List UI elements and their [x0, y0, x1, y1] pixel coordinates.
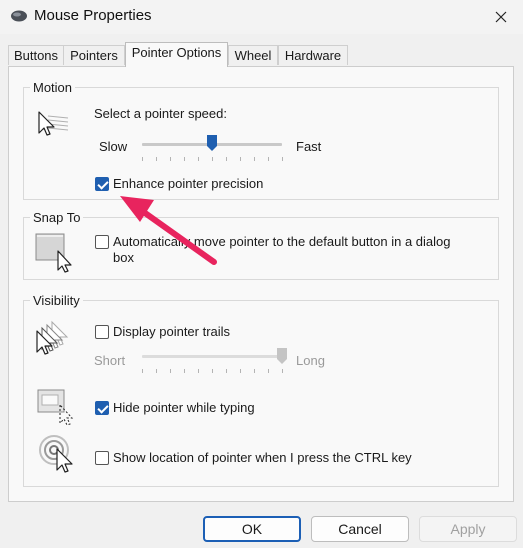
close-icon: [495, 11, 507, 23]
trail-long-label: Long: [296, 353, 325, 368]
title-bar: Mouse Properties: [0, 0, 523, 34]
slider-tick: [226, 157, 227, 161]
enhance-precision-checkbox[interactable]: [95, 177, 109, 191]
slider-tick: [226, 369, 227, 373]
motion-group-label: Motion: [30, 80, 76, 95]
slider-tick: [198, 369, 199, 373]
speed-slider-thumb[interactable]: [206, 134, 218, 152]
tab-pointer-options[interactable]: Pointer Options: [125, 42, 228, 67]
slider-tick: [156, 157, 157, 161]
slider-tick: [240, 369, 241, 373]
tab-pointers[interactable]: Pointers: [63, 45, 125, 65]
show-location-checkbox[interactable]: [95, 451, 109, 465]
hide-pointer-icon: [37, 389, 74, 426]
pointer-trails-checkbox[interactable]: [95, 325, 109, 339]
slider-tick: [282, 157, 283, 161]
window-title: Mouse Properties: [34, 7, 152, 24]
tab-buttons[interactable]: Buttons: [8, 45, 64, 65]
slider-tick: [282, 369, 283, 373]
slow-label: Slow: [99, 139, 128, 154]
pointer-location-icon: [39, 435, 73, 473]
hide-pointer-typing-label: Hide pointer while typing: [113, 400, 255, 415]
fast-label: Fast: [296, 139, 322, 154]
slider-tick: [156, 369, 157, 373]
slider-tick: [254, 369, 255, 373]
slider-tick: [142, 369, 143, 373]
snap-to-icon: [35, 233, 72, 273]
mouse-icon: [11, 10, 27, 22]
cancel-button[interactable]: Cancel: [311, 516, 409, 542]
slider-tick: [268, 369, 269, 373]
slider-tick: [170, 157, 171, 161]
visibility-group-label: Visibility: [30, 293, 83, 308]
annotation-arrow: [120, 196, 217, 265]
pointer-trails-label: Display pointer trails: [113, 324, 231, 339]
close-button[interactable]: [479, 0, 523, 34]
slider-tick: [170, 369, 171, 373]
trail-slider-thumb[interactable]: [276, 347, 288, 365]
snap-to-checkbox[interactable]: [95, 235, 109, 249]
slider-tick: [142, 157, 143, 161]
slider-tick: [212, 157, 213, 161]
tab-hardware[interactable]: Hardware: [278, 45, 348, 65]
slider-tick: [240, 157, 241, 161]
slider-tick: [198, 157, 199, 161]
slider-tick: [184, 369, 185, 373]
snap-to-group-label: Snap To: [30, 210, 84, 225]
ok-button[interactable]: OK: [203, 516, 301, 542]
hide-pointer-typing-checkbox[interactable]: [95, 401, 109, 415]
tab-wheel[interactable]: Wheel: [228, 45, 278, 65]
slider-tick: [184, 157, 185, 161]
slider-tick: [212, 369, 213, 373]
pointer-speed-icon: [38, 111, 69, 136]
slider-tick: [268, 157, 269, 161]
pointer-trails-icon: [36, 320, 69, 355]
show-location-label: Show location of pointer when I press th…: [113, 450, 412, 465]
trail-short-label: Short: [94, 353, 126, 368]
pointer-speed-label: Select a pointer speed:: [94, 106, 227, 121]
slider-tick: [254, 157, 255, 161]
trail-slider-track: [142, 355, 282, 358]
apply-button[interactable]: Apply: [419, 516, 517, 542]
